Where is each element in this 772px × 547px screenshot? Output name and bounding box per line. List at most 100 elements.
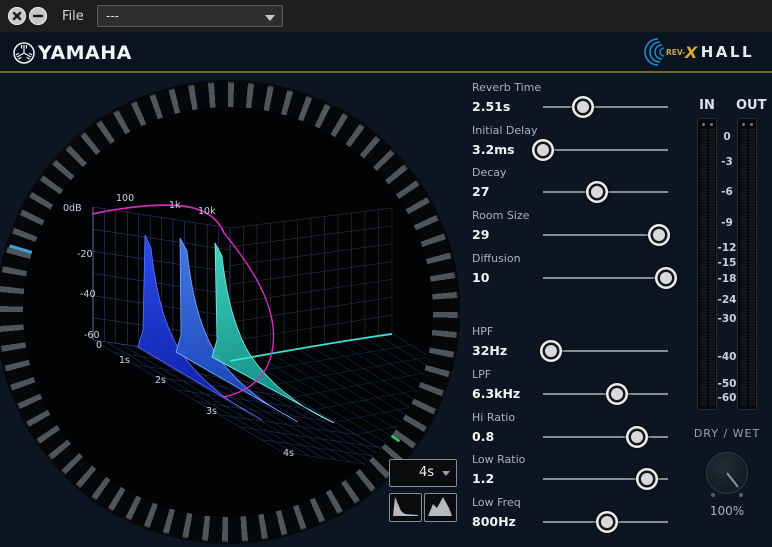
preset-dropdown[interactable]: --- bbox=[97, 5, 283, 27]
slider-track[interactable] bbox=[543, 436, 668, 438]
slider-label: Reverb Time bbox=[472, 81, 672, 94]
slider-value: 0.8 bbox=[472, 429, 494, 444]
slider-knob[interactable] bbox=[596, 511, 618, 533]
close-button[interactable] bbox=[8, 7, 26, 25]
peaks-view-button[interactable] bbox=[424, 493, 457, 522]
slider-knob[interactable] bbox=[648, 224, 670, 246]
slider-knob[interactable] bbox=[532, 139, 554, 161]
slider-initial-delay: Initial Delay 3.2ms bbox=[472, 124, 672, 161]
time-axis-tick: 1s bbox=[119, 355, 130, 366]
slider-track[interactable] bbox=[543, 106, 668, 108]
revx-plugin-window: File --- YAMAHA bbox=[0, 0, 772, 547]
brand: YAMAHA bbox=[12, 41, 132, 65]
meter-scale-tick: -12 bbox=[709, 242, 745, 254]
slider-hpf: HPF 32Hz bbox=[472, 325, 672, 362]
slider-diffusion: Diffusion 10 bbox=[472, 252, 672, 289]
knob-max-dot bbox=[739, 493, 743, 497]
drywet-value: 100% bbox=[687, 504, 767, 518]
meter-scale-tick: -50 bbox=[709, 378, 745, 390]
db-axis-tick: -40 bbox=[80, 289, 96, 300]
header-bar: YAMAHA REV- X HALL bbox=[0, 32, 772, 73]
file-menu[interactable]: File bbox=[62, 9, 84, 24]
slider-knob[interactable] bbox=[606, 383, 628, 405]
clip-indicator bbox=[750, 123, 753, 126]
dropdown-arrow-icon bbox=[265, 15, 275, 21]
waveform-peaks-icon bbox=[426, 494, 455, 519]
slider-knob[interactable] bbox=[572, 96, 594, 118]
slider-value: 2.51s bbox=[472, 99, 510, 114]
slider-label: Decay bbox=[472, 166, 672, 179]
decay-view-button[interactable] bbox=[389, 493, 422, 522]
time-axis-tick: 4s bbox=[283, 448, 294, 459]
slider-track[interactable] bbox=[543, 277, 668, 279]
slider-low-ratio: Low Ratio 1.2 bbox=[472, 453, 672, 490]
time-axis-tick: 2s bbox=[155, 375, 166, 386]
slider-knob[interactable] bbox=[655, 267, 677, 289]
meter-scale-tick: -60 bbox=[709, 392, 745, 404]
input-meter-label: IN bbox=[696, 98, 718, 113]
slider-hi-ratio: Hi Ratio0.8 bbox=[472, 411, 672, 448]
output-meter-label: OUT bbox=[736, 98, 758, 113]
slider-value: 10 bbox=[472, 270, 489, 285]
time-range-value: 4s bbox=[419, 465, 434, 480]
meter-scale-tick: -18 bbox=[709, 273, 745, 285]
freq-axis-tick: 1k bbox=[169, 200, 181, 211]
slider-label: Diffusion bbox=[472, 252, 672, 265]
meter-scale-tick: -6 bbox=[709, 186, 745, 198]
minimize-icon bbox=[29, 7, 47, 25]
meter-scale-tick: -40 bbox=[709, 351, 745, 363]
meter-scale-tick: -9 bbox=[709, 217, 745, 229]
dropdown-arrow-icon bbox=[442, 471, 450, 476]
drywet-knob[interactable] bbox=[706, 452, 748, 494]
slider-knob[interactable] bbox=[626, 426, 648, 448]
slider-value: 27 bbox=[472, 184, 489, 199]
slider-label: Room Size bbox=[472, 209, 672, 222]
slider-knob[interactable] bbox=[586, 181, 608, 203]
slider-lpf: LPF 6.3kHz bbox=[472, 368, 672, 405]
revx-logo-rev: REV- bbox=[666, 48, 685, 57]
slider-knob[interactable] bbox=[636, 468, 658, 490]
minimize-button[interactable] bbox=[29, 7, 47, 25]
knob-pointer bbox=[707, 453, 747, 493]
slider-label: HPF bbox=[472, 325, 672, 338]
slider-label: LPF bbox=[472, 368, 672, 381]
preset-value: --- bbox=[106, 9, 119, 23]
meter-channel bbox=[701, 129, 707, 406]
slider-room-size: Room Size 29 bbox=[472, 209, 672, 246]
slider-value: 800Hz bbox=[472, 514, 516, 529]
slider-track[interactable] bbox=[543, 149, 668, 151]
program-name: HALL bbox=[701, 43, 754, 61]
drywet-label: DRY / WET bbox=[687, 427, 767, 440]
brand-name: YAMAHA bbox=[38, 42, 132, 64]
meter-scale-tick: -3 bbox=[709, 156, 745, 168]
slider-reverb-time: Reverb Time 2.51s bbox=[472, 81, 672, 118]
knob-min-dot bbox=[711, 493, 715, 497]
slider-knob[interactable] bbox=[540, 340, 562, 362]
yamaha-logo-icon bbox=[12, 41, 36, 65]
freq-axis-tick: 100 bbox=[116, 193, 134, 204]
waterfall-display: 0dB-20-40-601001k10k01s2s3s4s bbox=[23, 107, 433, 517]
slider-value: 1.2 bbox=[472, 471, 494, 486]
time-axis-tick: 0 bbox=[96, 340, 102, 351]
slider-value: 32Hz bbox=[472, 343, 507, 358]
slider-value: 6.3kHz bbox=[472, 386, 520, 401]
time-range-dropdown[interactable]: 4s bbox=[389, 459, 457, 487]
waveform-decay-icon bbox=[391, 494, 420, 519]
titlebar: File --- bbox=[0, 0, 772, 32]
slider-label: Low Freq bbox=[472, 496, 672, 509]
clip-indicator bbox=[702, 123, 705, 126]
clip-indicator bbox=[742, 123, 745, 126]
freq-axis-tick: 10k bbox=[198, 206, 216, 217]
slider-track[interactable] bbox=[543, 350, 668, 352]
revx-logo-x: X bbox=[684, 43, 698, 62]
slider-value: 29 bbox=[472, 227, 489, 242]
meter-scale-tick: -30 bbox=[709, 313, 745, 325]
waterfall-plot: 0dB-20-40-601001k10k01s2s3s4s bbox=[23, 107, 433, 517]
slider-label: Low Ratio bbox=[472, 453, 672, 466]
slider-value: 3.2ms bbox=[472, 142, 515, 157]
slider-label: Initial Delay bbox=[472, 124, 672, 137]
slider-low-freq: Low Freq 800Hz bbox=[472, 496, 672, 533]
db-axis-tick: -20 bbox=[77, 249, 93, 260]
revx-logo-icon: REV- X bbox=[644, 36, 704, 68]
meter-scale-tick: -24 bbox=[709, 294, 745, 306]
